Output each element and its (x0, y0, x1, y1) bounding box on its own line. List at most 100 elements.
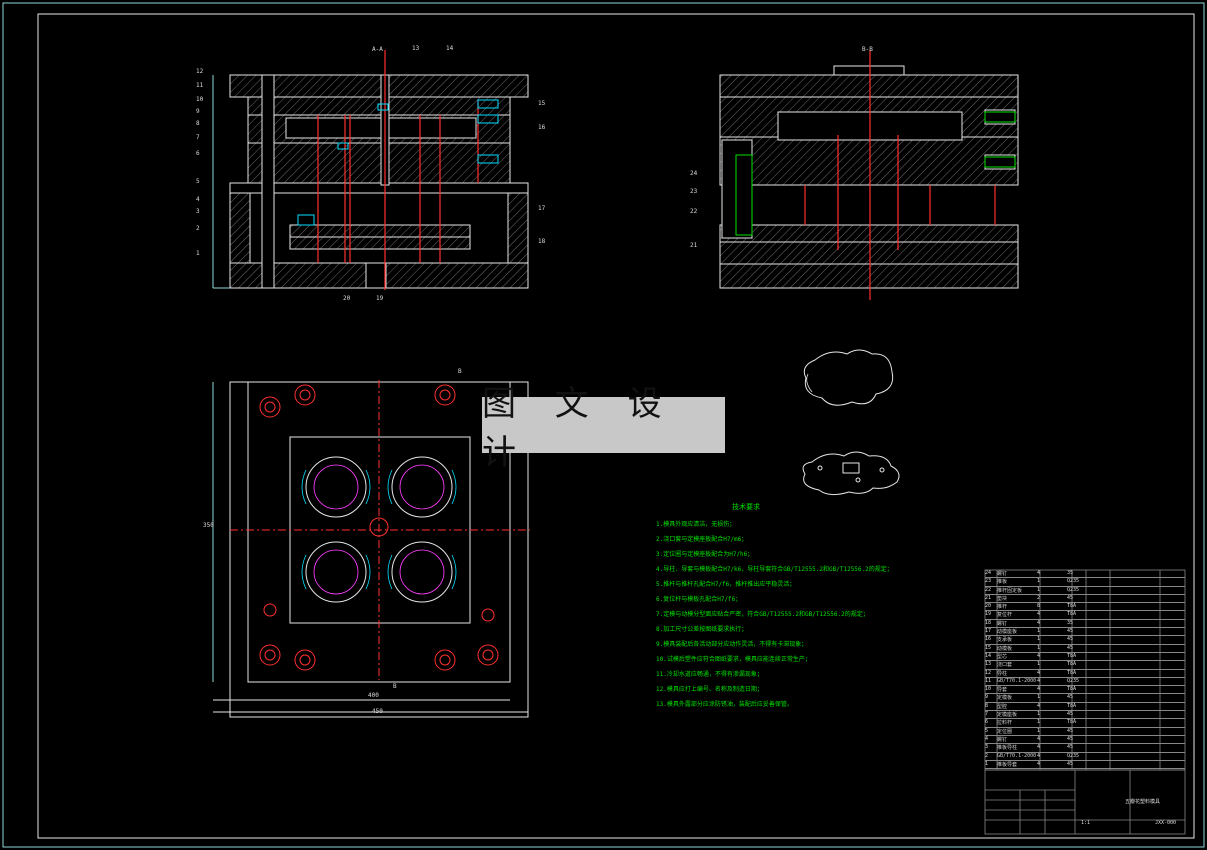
table-cell: 1 (1037, 644, 1041, 651)
table-cell (1079, 694, 1099, 701)
table-cell: T8A (1067, 686, 1077, 693)
dimension-inner-width: 400 (368, 692, 379, 699)
drawing-name: 五瓣花塑料模具 (1125, 799, 1161, 805)
table-cell: 45 (1067, 735, 1074, 742)
plan-view (212, 381, 529, 718)
callout: 22 (690, 208, 698, 215)
table-cell: 45 (1067, 628, 1074, 635)
section-view-a-a (212, 74, 529, 289)
table-cell: 10 (985, 686, 992, 693)
table-cell: 24 (985, 570, 992, 576)
table-cell: 9 (985, 694, 989, 701)
table-cell: 18 (985, 619, 992, 626)
table-cell: 4 (1037, 570, 1041, 576)
table-cell: 22 (985, 586, 992, 593)
table-cell: 4 (1037, 744, 1041, 751)
table-cell: 17 (985, 628, 992, 635)
part-sketch-top (803, 349, 894, 406)
section-view-b-b (719, 65, 1019, 289)
table-cell (1079, 578, 1099, 585)
table-cell: 型芯 (997, 653, 1008, 660)
table-cell: 23 (985, 578, 992, 585)
table-cell: 4 (1037, 752, 1041, 759)
table-row: 8 型腔 4 T8A (985, 703, 1185, 712)
table-cell: 45 (1067, 594, 1074, 601)
tech-notes-title: 技术要求 (732, 503, 760, 511)
table-row: 14 型芯 4 T8A (985, 652, 1185, 662)
table-cell: 推杆固定板 (997, 587, 1023, 594)
table-cell: 13 (985, 661, 992, 668)
table-cell: 1 (1037, 727, 1041, 734)
table-cell: 14 (985, 652, 992, 659)
callout: 9 (196, 108, 200, 115)
table-cell: 垫块 (997, 595, 1008, 602)
table-cell (1079, 653, 1099, 660)
table-cell: 导套 (997, 687, 1008, 694)
tech-note-line: 7.定模与动模分型面应贴合严密，符合GB/T12555.2和GB/T12556.… (656, 611, 869, 618)
tech-note-line: 1.模具外观应清洁，无损伤； (656, 521, 736, 528)
tech-note-line: 5.推杆与推杆孔配合H7/f6，推杆推出应平稳灵活； (656, 581, 796, 588)
table-cell: 定位圈 (997, 728, 1013, 735)
section-label-a-a: A-A (372, 46, 383, 53)
table-cell: 螺钉 (997, 736, 1008, 743)
table-cell: T8A (1067, 652, 1077, 659)
table-cell: 动模板 (997, 645, 1013, 652)
table-row: 19 复位杆 4 T8A (985, 611, 1185, 620)
table-cell: 45 (1067, 644, 1074, 651)
table-cell: GB/T70.1-2000 (997, 677, 1037, 684)
dimension-outer-width: 450 (372, 708, 383, 715)
table-cell (1079, 728, 1099, 735)
tech-note-line: 2.浇口套与定模座板配合H7/m6； (656, 536, 748, 543)
table-cell: 复位杆 (997, 612, 1013, 619)
table-cell: T8A (1067, 669, 1077, 676)
tech-note-line: 8.加工尺寸公差按图纸要求执行； (656, 626, 748, 633)
callout: 18 (538, 238, 546, 245)
callout: 3 (196, 208, 200, 215)
callout: 7 (196, 134, 200, 141)
table-row: 16 支承板 1 45 (985, 636, 1185, 645)
callout: 2 (196, 225, 200, 232)
drawing-code: JXX-000 (1155, 820, 1177, 826)
callout: 6 (196, 150, 200, 157)
tech-note-line: 6.复位杆与模板孔配合H7/f6； (656, 596, 742, 603)
table-cell: 45 (1067, 694, 1074, 701)
table-cell: 4 (1037, 611, 1041, 618)
table-row: 12 导柱 4 T8A (985, 670, 1185, 678)
tech-note-line: 10.试模后塑件应符合图纸要求，模具应能连续正常生产； (656, 656, 811, 663)
table-cell: 4 (1037, 686, 1041, 693)
tech-note-line: 13.模具外露部分应涂防锈油，装配后应妥善保管。 (656, 701, 793, 708)
callout: 23 (690, 188, 698, 195)
table-cell: Q235 (1067, 578, 1080, 585)
table-cell: 2 (1037, 594, 1041, 601)
callout: 4 (196, 196, 200, 203)
table-cell (1079, 736, 1099, 743)
plan-cut-label-top: B (458, 368, 462, 375)
table-cell (1079, 603, 1099, 610)
table-cell: 4 (1037, 669, 1041, 676)
table-cell (1079, 587, 1099, 594)
table-cell (1079, 670, 1099, 677)
table-cell: 推板导柱 (997, 745, 1018, 752)
parts-list-table: 24 螺钉 4 35 23 推板 1 Q235 22 推杆固定板 1 Q235 21 垫块 2 45 20 推杆 8… (985, 570, 1185, 770)
table-row: 4 螺钉 4 45 (985, 735, 1185, 745)
callout: 19 (376, 295, 384, 302)
title-block: 五瓣花塑料模具 1:1 JXX-000 (985, 768, 1185, 834)
callout: 12 (196, 68, 204, 75)
table-cell: 5 (985, 727, 989, 734)
callout: 15 (538, 100, 546, 107)
table-cell (1079, 611, 1099, 618)
table-cell: T8A (1067, 603, 1077, 610)
table-cell: 4 (1037, 652, 1041, 659)
table-cell: 19 (985, 611, 992, 618)
table-cell: 45 (1067, 636, 1074, 643)
table-row: 18 螺钉 4 35 (985, 619, 1185, 629)
table-cell: 定模座板 (997, 712, 1018, 719)
callout: 10 (196, 96, 204, 103)
table-cell: 1 (1037, 694, 1041, 701)
table-cell: 7 (985, 711, 989, 718)
table-cell (1079, 744, 1099, 751)
table-cell: 螺钉 (997, 571, 1008, 577)
table-cell (1079, 703, 1099, 710)
table-row: 11 GB/T70.1-2000 4 Q235 (985, 677, 1185, 687)
callout: 13 (412, 45, 420, 52)
